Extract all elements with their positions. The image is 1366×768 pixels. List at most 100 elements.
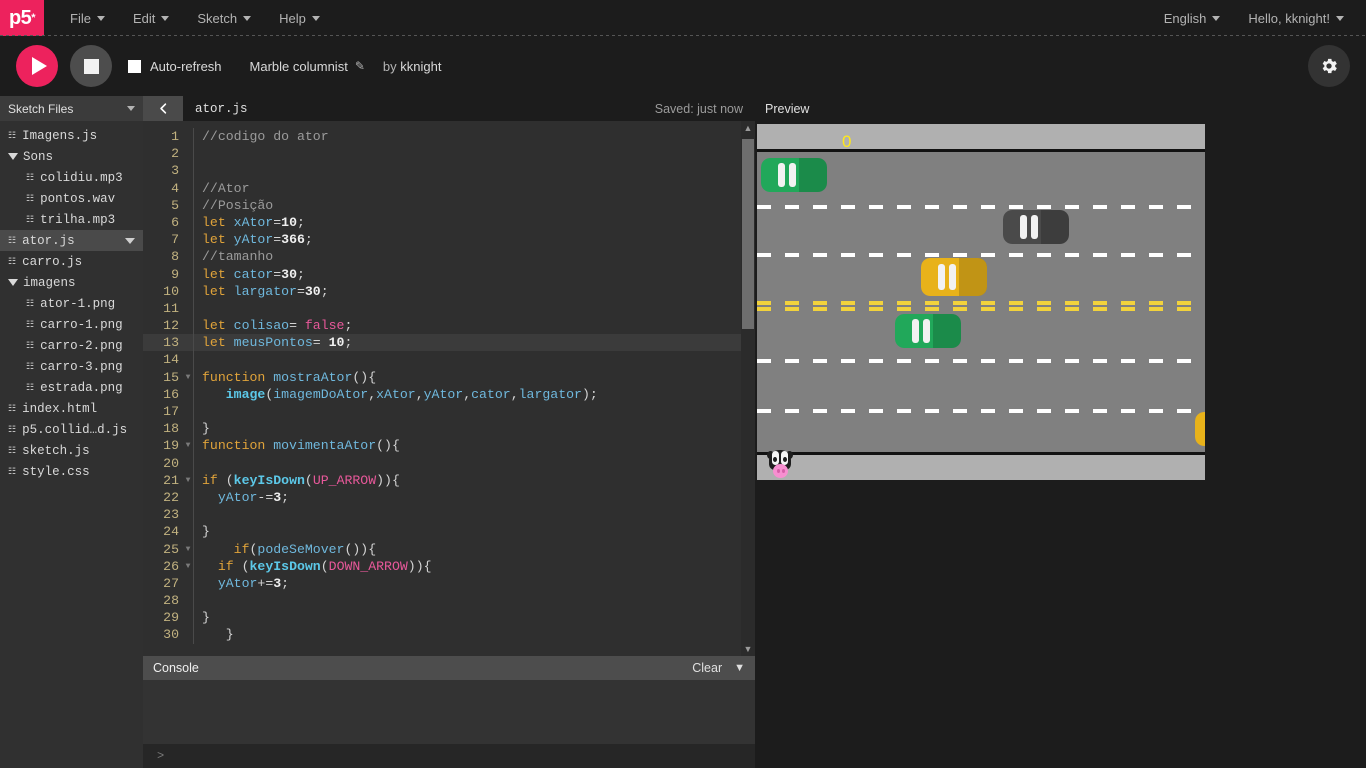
- stop-button[interactable]: [70, 45, 112, 87]
- code-text[interactable]: [193, 162, 741, 180]
- file-item-carro-js[interactable]: ☷ carro.js: [0, 251, 143, 272]
- folder-expanded-icon[interactable]: [8, 279, 18, 286]
- code-fold-icon[interactable]: ▼: [183, 369, 193, 386]
- file-item-carro-2-png[interactable]: ☷ carro-2.png: [0, 335, 143, 356]
- editor-scrollbar[interactable]: ▲ ▼: [741, 121, 755, 656]
- code-fold-icon[interactable]: ▼: [183, 558, 193, 575]
- code-line-15[interactable]: 15 ▼ function mostraAtor(){: [143, 368, 741, 386]
- code-line-16[interactable]: 16 image(imagemDoAtor,xAtor,yAtor,cator,…: [143, 385, 741, 403]
- code-line-25[interactable]: 25 ▼ if(podeSeMover()){: [143, 540, 741, 558]
- folder-expanded-icon[interactable]: [8, 153, 18, 160]
- code-text[interactable]: //Posição: [193, 196, 741, 214]
- scrollbar-track[interactable]: [741, 135, 755, 642]
- code-line-30[interactable]: 30 }: [143, 626, 741, 644]
- code-line-24[interactable]: 24}: [143, 523, 741, 541]
- collapse-sidebar-button[interactable]: [143, 96, 183, 121]
- code-text[interactable]: if(podeSeMover()){: [193, 540, 741, 558]
- code-text[interactable]: //tamanho: [193, 248, 741, 266]
- code-line-18[interactable]: 18}: [143, 420, 741, 438]
- code-text[interactable]: if (keyIsDown(UP_ARROW)){: [193, 471, 741, 489]
- code-line-17[interactable]: 17: [143, 403, 741, 421]
- code-text[interactable]: //Ator: [193, 179, 741, 197]
- code-line-22[interactable]: 22 yAtor-=3;: [143, 488, 741, 507]
- code-editor[interactable]: 1//codigo do ator 2 3 4//Ator 5//Posição 6 let…: [143, 121, 755, 656]
- code-line-5[interactable]: 5 //Posição: [143, 196, 741, 214]
- code-text[interactable]: let cator=30;: [193, 265, 741, 283]
- code-text[interactable]: }: [193, 626, 741, 644]
- file-item-estrada-png[interactable]: ☷ estrada.png: [0, 377, 143, 398]
- code-text[interactable]: let largator=30;: [193, 282, 741, 300]
- code-line-7[interactable]: 7 let yAtor=366;: [143, 231, 741, 249]
- code-text[interactable]: let meusPontos= 10;: [193, 334, 741, 352]
- file-item-carro-1-png[interactable]: ☷ carro-1.png: [0, 314, 143, 335]
- file-item-colidiu-mp3[interactable]: ☷ colidiu.mp3: [0, 167, 143, 188]
- code-line-8[interactable]: 8 //tamanho: [143, 248, 741, 266]
- code-text[interactable]: let yAtor=366;: [193, 231, 741, 249]
- code-line-23[interactable]: 23: [143, 506, 741, 524]
- auto-refresh-toggle[interactable]: Auto-refresh: [128, 59, 222, 74]
- scroll-up-arrow[interactable]: ▲: [744, 121, 753, 135]
- file-item-pontos-wav[interactable]: ☷ pontos.wav: [0, 188, 143, 209]
- pencil-icon[interactable]: ✎: [355, 59, 365, 73]
- code-text[interactable]: }: [193, 523, 741, 541]
- code-fold-icon[interactable]: ▼: [183, 472, 193, 489]
- settings-button[interactable]: [1308, 45, 1350, 87]
- file-options-caret[interactable]: [125, 237, 135, 244]
- chevron-down-icon[interactable]: ▼: [734, 662, 745, 674]
- file-item-imagens-js[interactable]: ☷ Imagens.js: [0, 125, 143, 146]
- code-text[interactable]: }: [193, 609, 741, 627]
- code-line-28[interactable]: 28: [143, 592, 741, 610]
- code-text[interactable]: }: [193, 420, 741, 438]
- console-clear-button[interactable]: Clear: [692, 661, 722, 675]
- file-item-sketch-js[interactable]: ☷ sketch.js: [0, 440, 143, 461]
- code-line-6[interactable]: 6 let xAtor=10;: [143, 213, 741, 232]
- code-text[interactable]: //codigo do ator: [193, 128, 741, 146]
- chevron-down-icon[interactable]: [127, 106, 135, 111]
- console-input[interactable]: >: [143, 744, 755, 768]
- code-text[interactable]: [193, 351, 741, 369]
- code-line-4[interactable]: 4 //Ator: [143, 179, 741, 197]
- code-text[interactable]: let colisao= false;: [193, 317, 741, 335]
- code-text[interactable]: yAtor+=3;: [193, 574, 741, 593]
- auto-refresh-checkbox[interactable]: [128, 59, 141, 73]
- code-fold-icon[interactable]: ▼: [183, 541, 193, 558]
- code-text[interactable]: [193, 403, 741, 421]
- code-line-20[interactable]: 20: [143, 454, 741, 472]
- sketch-name-field[interactable]: Marble columnist ✎: [250, 59, 365, 74]
- file-item-trilha-mp3[interactable]: ☷ trilha.mp3: [0, 209, 143, 230]
- user-account-menu[interactable]: Hello, kknight!: [1234, 0, 1358, 36]
- code-fold-icon[interactable]: ▼: [183, 437, 193, 454]
- code-line-11[interactable]: 11: [143, 299, 741, 318]
- code-text[interactable]: [193, 592, 741, 610]
- code-text[interactable]: [193, 299, 741, 318]
- code-line-21[interactable]: 21 ▼ if (keyIsDown(UP_ARROW)){: [143, 471, 741, 489]
- file-item-ator-js[interactable]: ☷ ator.js: [0, 230, 143, 251]
- nav-item-help[interactable]: Help: [265, 0, 334, 36]
- code-text[interactable]: function movimentaAtor(){: [193, 437, 741, 455]
- file-item-sons[interactable]: Sons: [0, 146, 143, 167]
- code-line-10[interactable]: 10 let largator=30;: [143, 282, 741, 300]
- play-button[interactable]: [16, 45, 58, 87]
- file-item-style-css[interactable]: ☷ style.css: [0, 461, 143, 482]
- code-line-12[interactable]: 12 let colisao= false;: [143, 317, 741, 335]
- code-line-27[interactable]: 27 yAtor+=3;: [143, 574, 741, 593]
- code-text[interactable]: function mostraAtor(){: [193, 368, 741, 386]
- nav-item-sketch[interactable]: Sketch: [183, 0, 265, 36]
- code-text[interactable]: [193, 454, 741, 472]
- code-line-26[interactable]: 26 ▼ if (keyIsDown(DOWN_ARROW)){: [143, 557, 741, 575]
- code-text[interactable]: yAtor-=3;: [193, 488, 741, 507]
- file-item-imagens[interactable]: imagens: [0, 272, 143, 293]
- code-text[interactable]: [193, 145, 741, 163]
- code-text[interactable]: image(imagemDoAtor,xAtor,yAtor,cator,lar…: [193, 385, 741, 403]
- p5-logo[interactable]: p5 *: [0, 0, 44, 36]
- code-line-29[interactable]: 29}: [143, 609, 741, 627]
- nav-item-file[interactable]: File: [56, 0, 119, 36]
- code-line-9[interactable]: 9 let cator=30;: [143, 265, 741, 283]
- file-item-p5-collid-d-js[interactable]: ☷ p5.collid…d.js: [0, 419, 143, 440]
- code-text[interactable]: if (keyIsDown(DOWN_ARROW)){: [193, 557, 741, 575]
- code-line-1[interactable]: 1 //codigo do ator: [143, 128, 741, 146]
- code-text[interactable]: let xAtor=10;: [193, 213, 741, 232]
- file-item-ator-1-png[interactable]: ☷ ator-1.png: [0, 293, 143, 314]
- code-line-14[interactable]: 14: [143, 351, 741, 369]
- editor-tab-ator-js[interactable]: ator.js: [195, 102, 248, 116]
